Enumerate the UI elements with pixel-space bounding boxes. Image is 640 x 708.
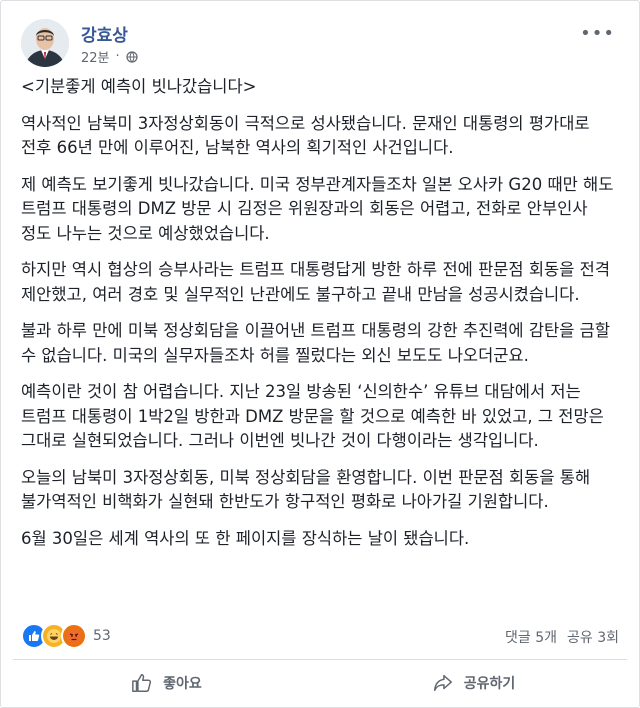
share-button-label: 공유하기 xyxy=(463,676,516,692)
reactions-count: 53 xyxy=(93,628,111,644)
post-paragraph: 오늘의 남북미 3자정상회동, 미북 정상회담을 환영합니다. 이번 판문점 회… xyxy=(21,467,591,512)
post-meta: 22분 · xyxy=(81,47,138,66)
angry-reaction-icon xyxy=(61,623,87,649)
post-paragraph: 불과 하루 만에 미북 정상회담을 이끌어낸 트럼프 대통령의 강한 추진력에 … xyxy=(21,321,610,365)
post-paragraph: 제 예측도 보기좋게 빗나갔습니다. 미국 정부관계자들조차 일본 오사카 G2… xyxy=(21,174,614,243)
post-paragraph: <기분좋게 예측이 빗나갔습니다> xyxy=(21,77,257,96)
post-card: 강효상 22분 · ••• <기분좋게 예측이 빗나갔습니다> 역사적인 남북미… xyxy=(0,0,640,708)
globe-icon[interactable] xyxy=(126,50,138,63)
post-paragraph: 하지만 역시 협상의 승부사라는 트럼프 대통령답게 방한 하루 전에 판문점 … xyxy=(21,260,610,304)
shares-count-link[interactable]: 공유 3회 xyxy=(567,627,619,647)
share-button[interactable]: 공유하기 xyxy=(320,663,627,703)
action-bar: 좋아요 공유하기 xyxy=(13,663,627,703)
post-paragraph: 예측이란 것이 참 어렵습니다. 지난 23일 방송된 ‘신의한수’ 유튜브 대… xyxy=(21,382,604,450)
like-button-label: 좋아요 xyxy=(163,676,202,692)
like-button[interactable]: 좋아요 xyxy=(13,663,320,703)
thumbs-up-icon xyxy=(132,674,152,692)
more-options-icon[interactable]: ••• xyxy=(580,23,615,44)
share-arrow-icon xyxy=(433,674,452,692)
post-stats: 53 댓글 5개 공유 3회 xyxy=(21,621,621,649)
post-time[interactable]: 22분 xyxy=(81,47,110,66)
post-header: 강효상 22분 · ••• xyxy=(21,19,621,71)
reactions-summary[interactable]: 53 xyxy=(21,623,111,649)
post-paragraph: 6월 30일은 세계 역사의 또 한 페이지를 장식하는 날이 됐습니다. xyxy=(21,528,470,548)
author-name[interactable]: 강효상 xyxy=(81,21,128,46)
post-paragraph: 역사적인 남북미 3자정상회동이 극적으로 성사됐습니다. 문재인 대통령의 평… xyxy=(21,113,590,158)
profile-photo xyxy=(21,19,69,67)
divider xyxy=(13,659,627,660)
post-body: <기분좋게 예측이 빗나갔습니다> 역사적인 남북미 3자정상회동이 극적으로 … xyxy=(21,75,621,563)
engagement-counts: 댓글 5개 공유 3회 xyxy=(505,627,619,647)
comments-count-link[interactable]: 댓글 5개 xyxy=(505,627,557,647)
avatar[interactable] xyxy=(21,19,69,67)
